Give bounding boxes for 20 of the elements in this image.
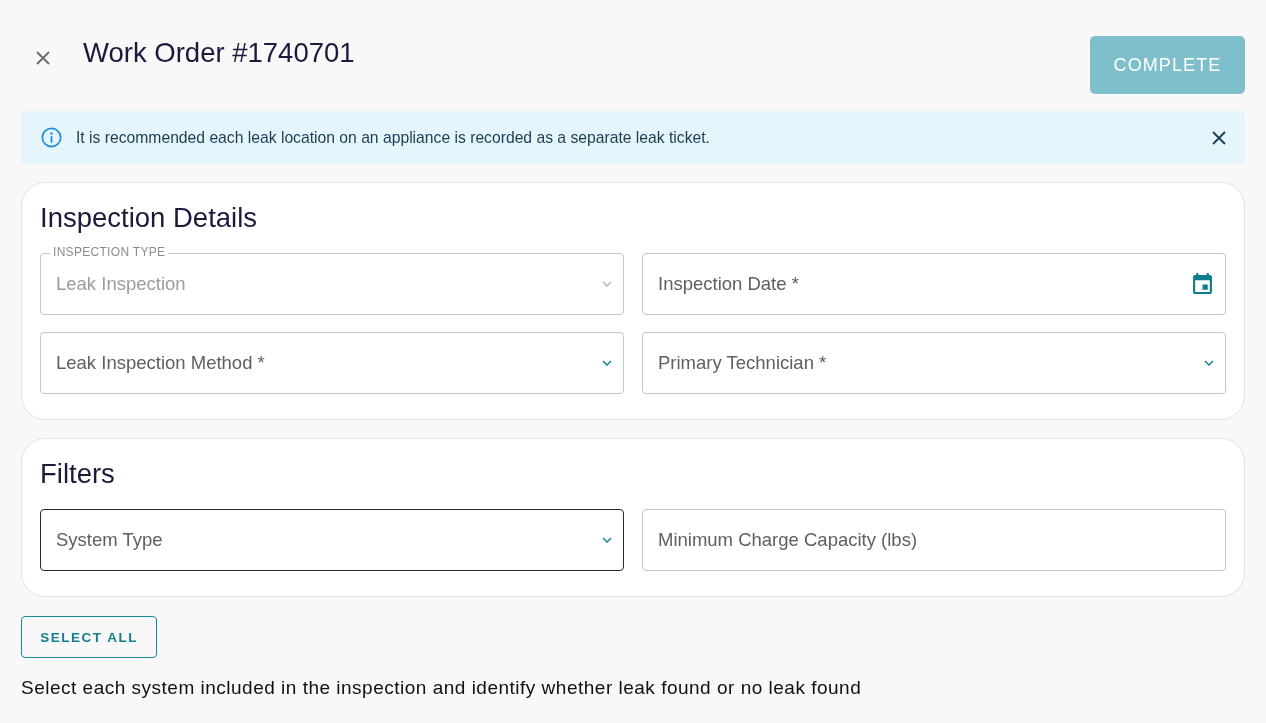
close-button[interactable] xyxy=(36,51,50,65)
info-icon xyxy=(41,127,62,148)
dismiss-button[interactable] xyxy=(1212,130,1226,145)
banner-text: It is recommended each leak location on an appliance is recorded as a separate leak ticket. xyxy=(76,128,711,147)
date-field[interactable]: Inspection Date * xyxy=(642,253,1226,315)
chevron-down-icon xyxy=(602,537,612,543)
section-title: Filters xyxy=(40,458,116,490)
select-all-button[interactable]: SELECT ALL xyxy=(21,616,157,658)
close-icon xyxy=(36,51,50,65)
text-field[interactable]: Minimum Charge Capacity (lbs) xyxy=(642,509,1226,571)
instruction-text: Select each system included in the inspection and identify whether leak found or no leak found xyxy=(21,676,863,700)
chevron-down-icon xyxy=(1204,360,1214,366)
chevron-down-icon xyxy=(602,360,612,366)
page-title: Work Order #1740701 xyxy=(83,37,355,69)
calendar-icon xyxy=(1193,273,1212,294)
chevron-down-icon xyxy=(602,281,612,287)
close-icon xyxy=(1212,130,1226,145)
field-label: INSPECTION TYPE xyxy=(50,245,169,259)
section-title: Inspection Details xyxy=(40,202,259,234)
dropdown-field[interactable]: System Type xyxy=(40,509,624,571)
